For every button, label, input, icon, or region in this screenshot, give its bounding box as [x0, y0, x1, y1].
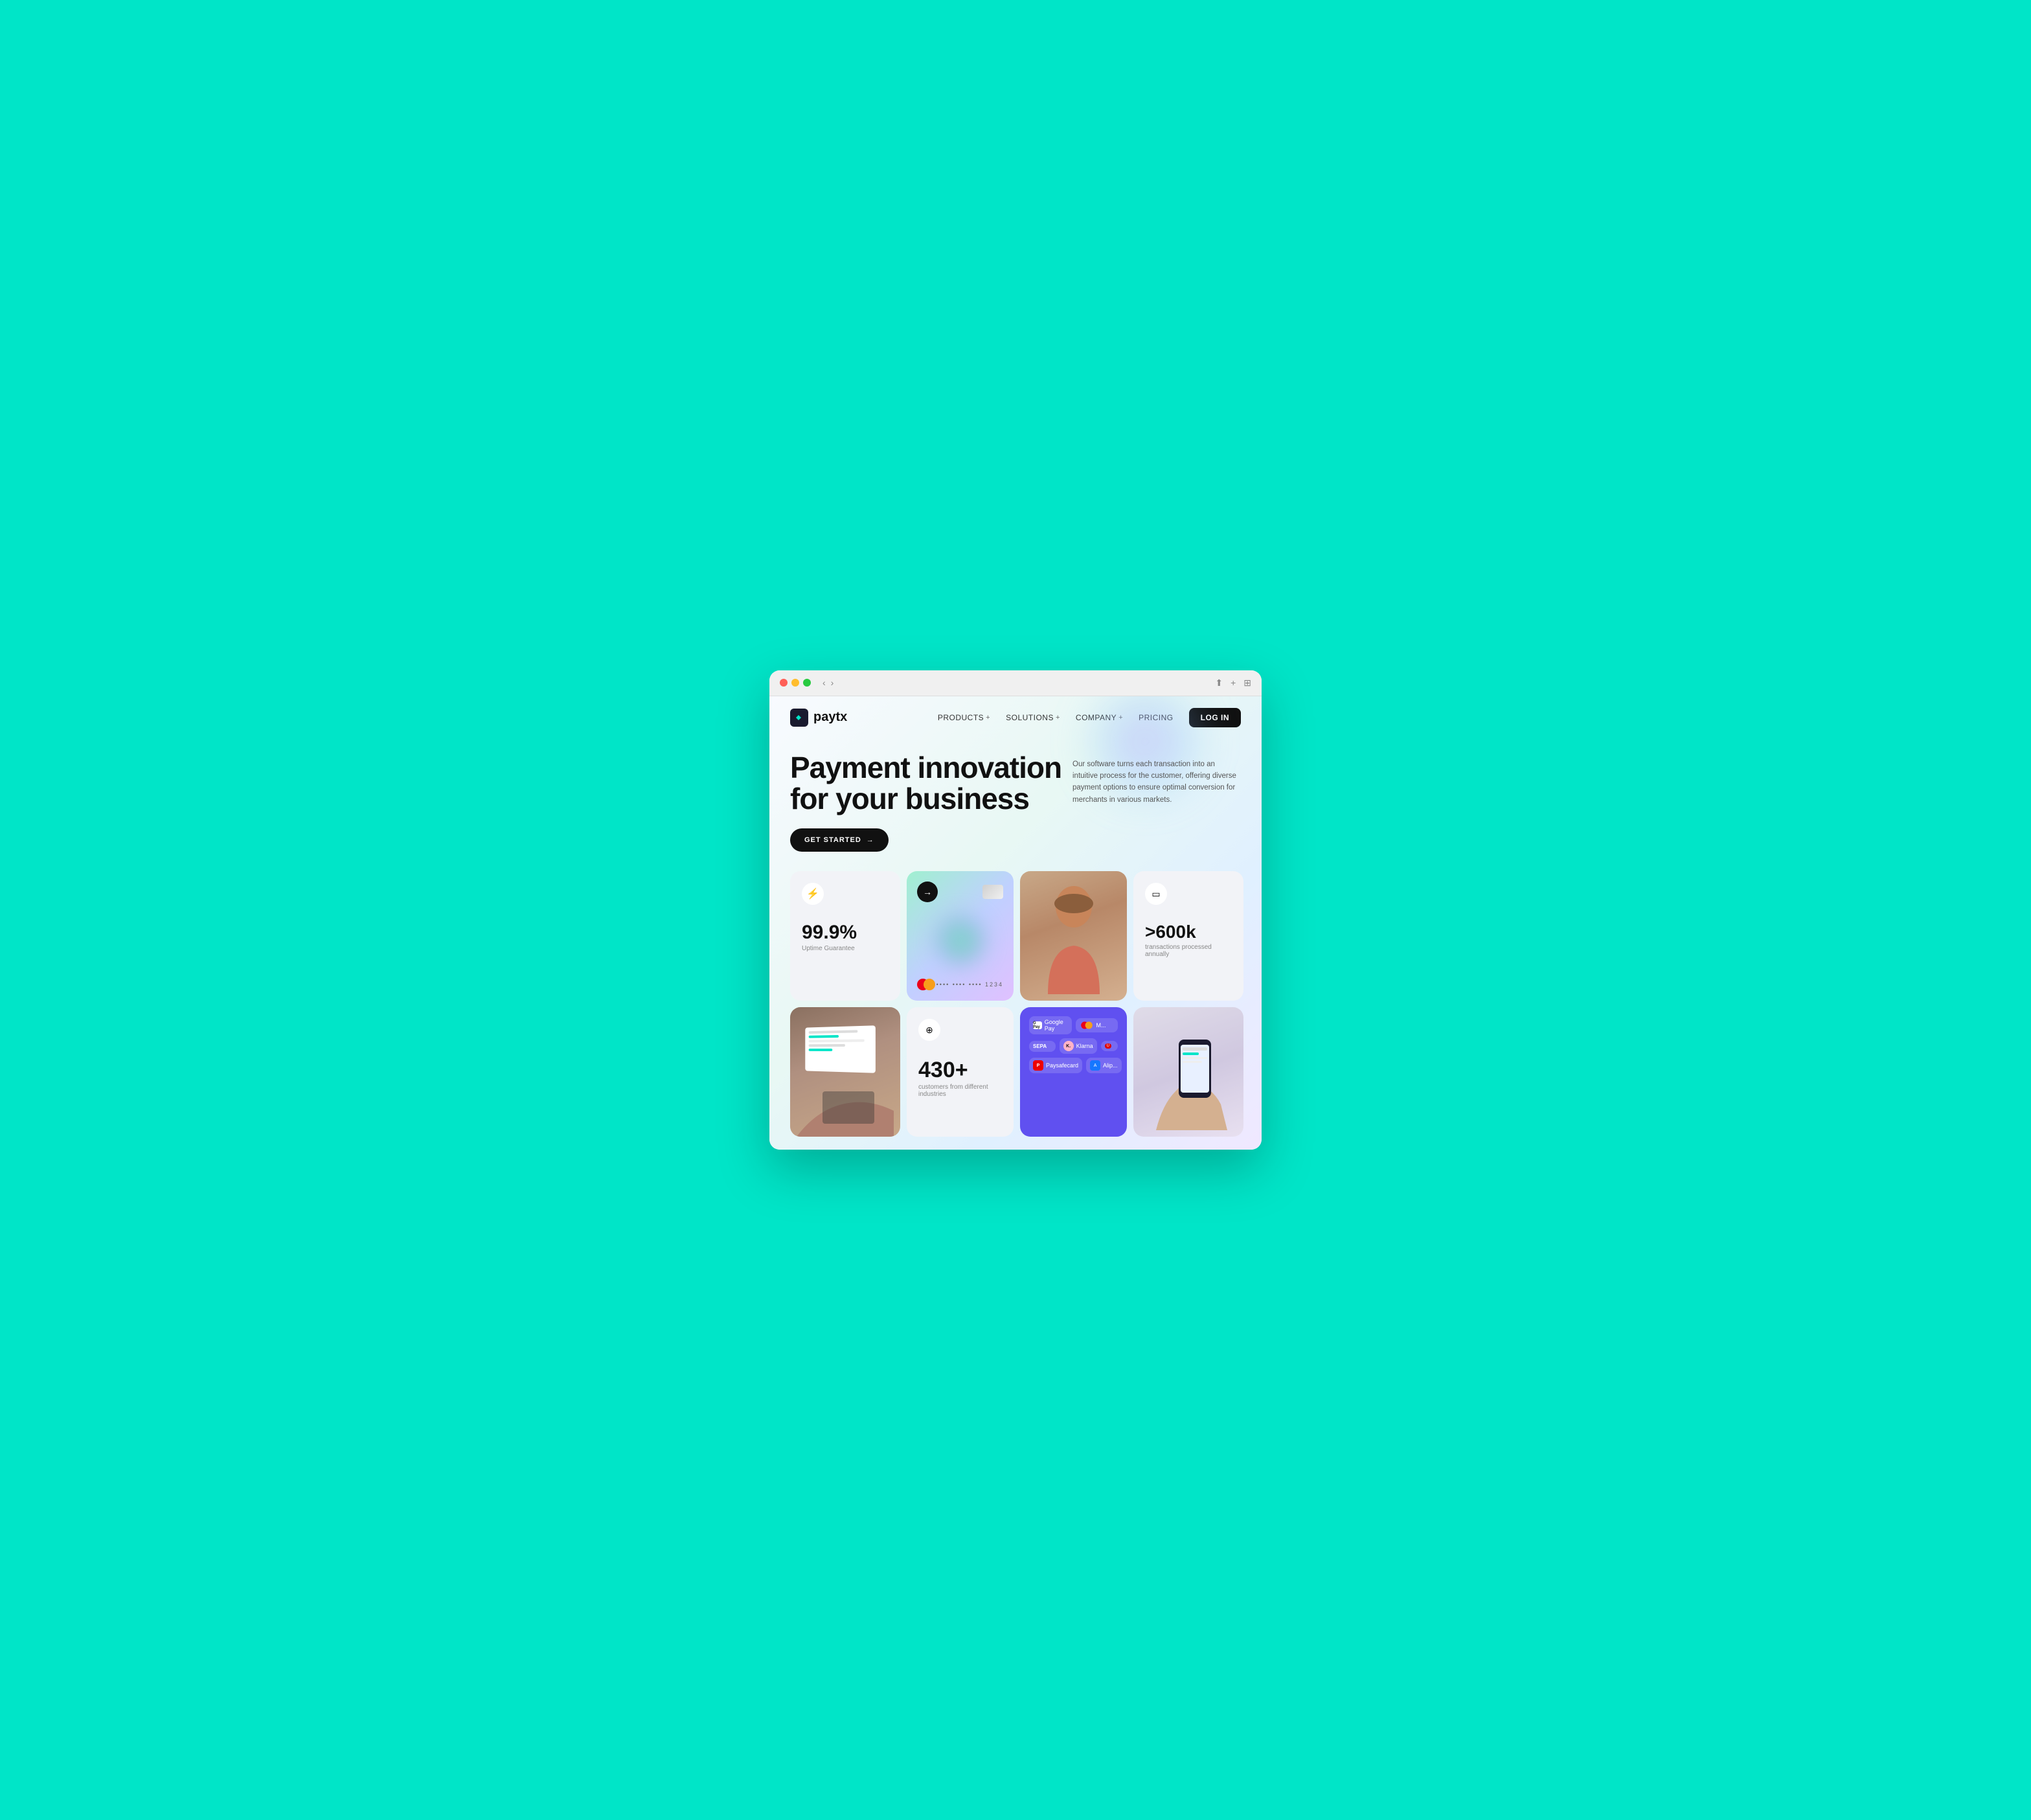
nav-company[interactable]: COMPANY + [1076, 713, 1123, 722]
navbar: paytx PRODUCTS + SOLUTIONS + COMPANY + P… [769, 696, 1262, 739]
close-dot[interactable] [780, 679, 788, 687]
sepa-item: SEPA [1029, 1041, 1056, 1052]
mastercard-item: M... [1076, 1018, 1118, 1032]
uptime-card: ⚡ 99.9% Uptime Guarantee [790, 871, 900, 1001]
logo[interactable]: paytx [790, 709, 847, 727]
hero-description: Our software turns each transaction into… [1072, 758, 1241, 806]
paysafe-label: Paysafecard [1046, 1062, 1078, 1069]
klarna-logo: K. [1063, 1041, 1074, 1051]
transactions-number: >600k [1145, 923, 1232, 941]
logo-text: paytx [813, 710, 847, 725]
customers-card: ⊕ 430+ customers from different industri… [907, 1007, 1014, 1137]
transactions-label: transactions processed annually [1145, 944, 1232, 958]
grid-icon[interactable]: ⊞ [1243, 677, 1251, 688]
lightning-icon: ⚡ [802, 883, 824, 905]
maximize-dot[interactable] [803, 679, 811, 687]
browser-window: ‹ › ⬆ + ⊞ paytx PRODUCTS [769, 670, 1262, 1150]
laptop-card [790, 1007, 900, 1137]
blob-decoration [935, 915, 986, 966]
unionpay-logo: U [1105, 1043, 1111, 1049]
alipay-item: A Alip... [1086, 1058, 1122, 1073]
hero-section: Payment innovation for your business GET… [769, 739, 1262, 852]
woman-image [1020, 871, 1127, 1001]
mastercard-item-logo [1081, 1022, 1093, 1029]
nav-pricing[interactable]: PRICING [1139, 713, 1174, 722]
woman-photo-card [1020, 871, 1127, 1001]
klarna-item: K. Klarna [1060, 1038, 1097, 1054]
minimize-dot[interactable] [791, 679, 799, 687]
browser-dots [780, 679, 811, 687]
forward-button[interactable]: › [831, 677, 834, 688]
phone-card [1133, 1007, 1243, 1137]
card-chip [982, 885, 1003, 899]
sepa-logo: SEPA [1033, 1043, 1047, 1049]
calendar-icon: ▭ [1145, 883, 1167, 905]
transactions-card: ▭ >600k transactions processed annually [1133, 871, 1243, 1001]
arrow-icon: → [867, 836, 874, 844]
credit-card-bottom: •••• •••• •••• 1234 [917, 979, 1003, 990]
share-icon[interactable]: ⬆ [1215, 677, 1223, 688]
uptime-number: 99.9% [802, 923, 889, 942]
phone-image [1133, 1007, 1243, 1137]
payment-row-1: G Pay Google Pay M... [1029, 1016, 1118, 1034]
card-number: •••• •••• •••• 1234 [936, 981, 1003, 988]
credit-card-top: → [917, 882, 1003, 902]
paysafe-logo: P [1033, 1060, 1043, 1071]
laptop-image [790, 1007, 900, 1137]
card-blob [917, 902, 1003, 979]
credit-card: → •••• •••• •••• 1234 [907, 871, 1014, 1001]
browser-toolbar: ‹ › ⬆ + ⊞ [769, 670, 1262, 696]
google-pay-logo: G Pay [1033, 1021, 1042, 1029]
mc-circle-orange [924, 979, 935, 990]
bookmark-icon[interactable]: + [1231, 677, 1236, 688]
hero-title: Payment innovation for your business [790, 752, 1101, 815]
card-arrow-icon: → [917, 882, 938, 902]
browser-nav: ‹ › [823, 677, 834, 688]
alipay-logo: A [1090, 1060, 1100, 1071]
users-icon: ⊕ [918, 1019, 940, 1041]
unionpay-item: U [1101, 1041, 1118, 1051]
payment-row-2: SEPA K. Klarna U [1029, 1038, 1118, 1054]
nav-solutions[interactable]: SOLUTIONS + [1006, 713, 1060, 722]
customers-label: customers from different industries [918, 1084, 1002, 1098]
cards-grid: ⚡ 99.9% Uptime Guarantee → [769, 858, 1262, 1150]
nav-links: PRODUCTS + SOLUTIONS + COMPANY + PRICING… [938, 708, 1241, 727]
klarna-label: Klarna [1076, 1043, 1093, 1049]
mastercard-logo [917, 979, 935, 990]
page-content: paytx PRODUCTS + SOLUTIONS + COMPANY + P… [769, 696, 1262, 1150]
alipay-label: Alip... [1103, 1062, 1118, 1069]
logo-icon [790, 709, 808, 727]
browser-icons: ⬆ + ⊞ [1215, 677, 1251, 688]
payment-row-3: P Paysafecard A Alip... [1029, 1058, 1118, 1073]
customers-number: 430+ [918, 1059, 1002, 1081]
get-started-button[interactable]: GET STARTED → [790, 828, 889, 852]
nav-products[interactable]: PRODUCTS + [938, 713, 990, 722]
paysafe-item: P Paysafecard [1029, 1058, 1082, 1073]
google-pay-label: Google Pay [1045, 1019, 1068, 1032]
login-button[interactable]: LOG IN [1189, 708, 1241, 727]
google-pay-item: G Pay Google Pay [1029, 1016, 1072, 1034]
uptime-label: Uptime Guarantee [802, 945, 889, 952]
back-button[interactable]: ‹ [823, 677, 826, 688]
mastercard-label: M... [1096, 1022, 1106, 1029]
payment-methods-card: G Pay Google Pay M... SEPA [1020, 1007, 1127, 1137]
